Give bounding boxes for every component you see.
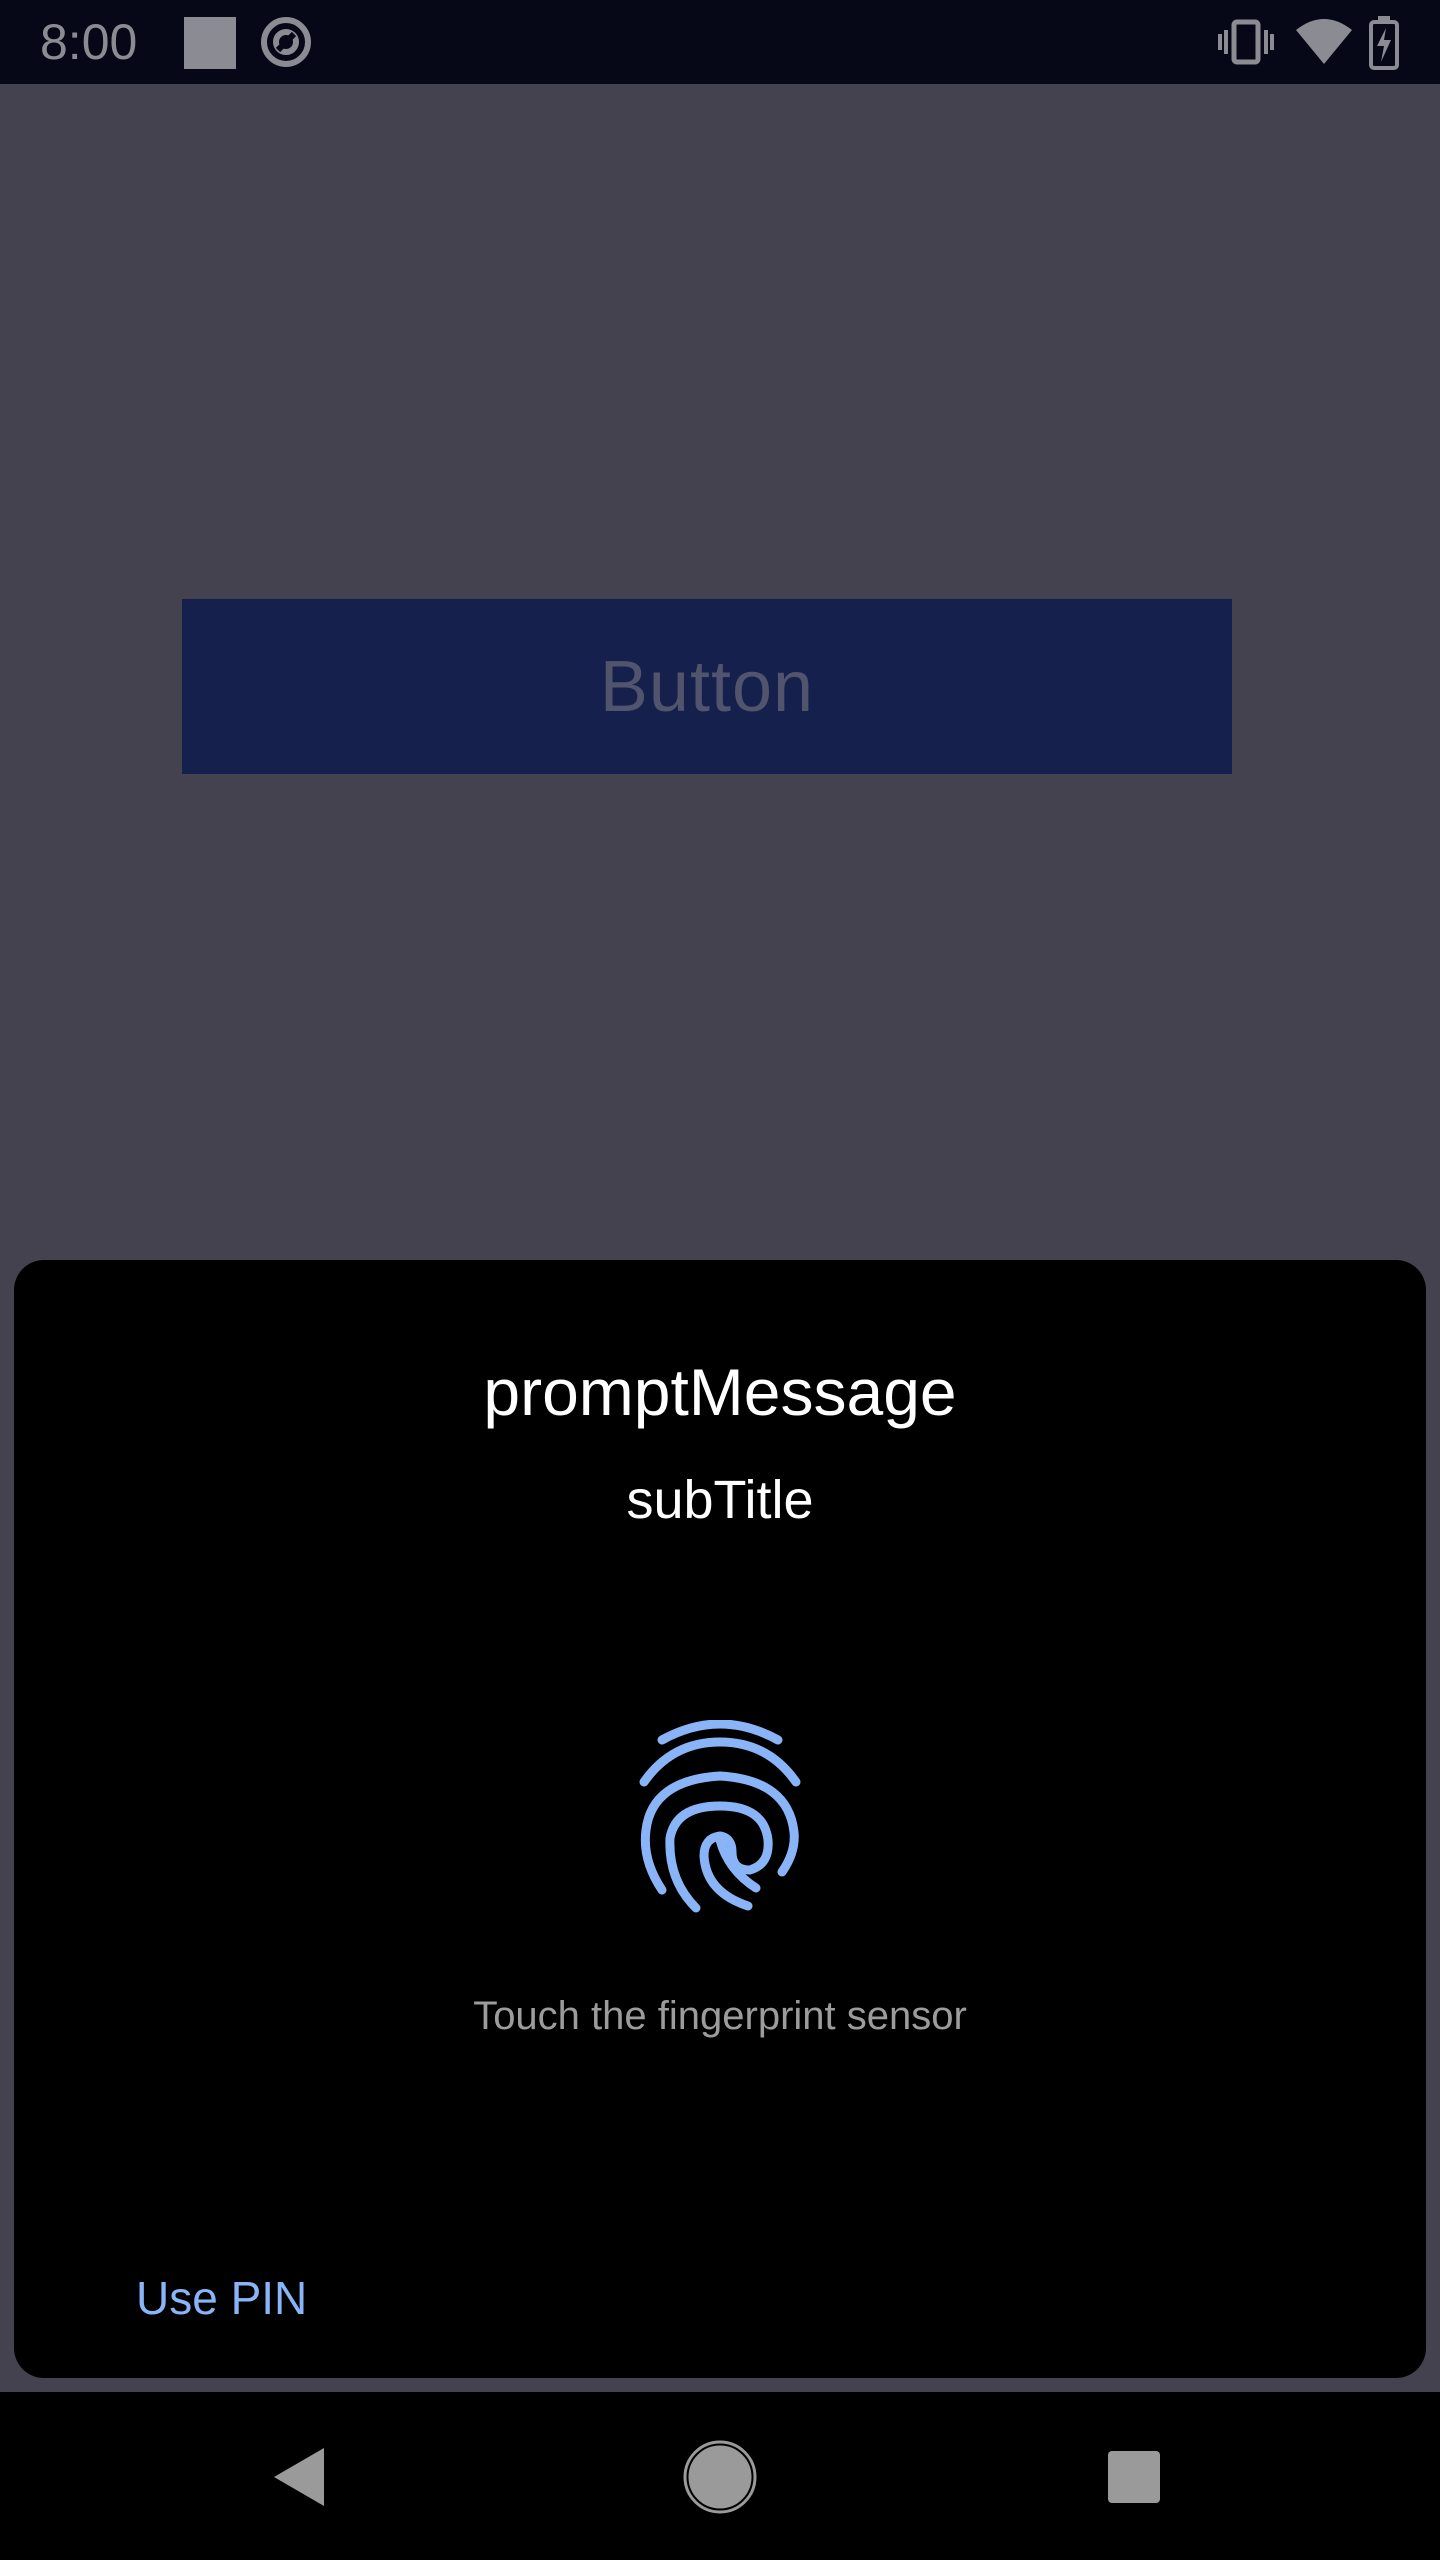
use-pin-button[interactable]: Use PIN <box>122 2260 321 2336</box>
home-icon[interactable] <box>675 2432 765 2522</box>
notification-square-icon <box>184 17 236 69</box>
dialog-subtitle: subTitle <box>626 1470 814 1530</box>
status-bar: 8:00 <box>0 0 1440 84</box>
sync-icon <box>258 14 314 75</box>
back-icon[interactable] <box>256 2432 346 2522</box>
dialog-hint-text: Touch the fingerprint sensor <box>473 1994 967 2038</box>
recents-icon[interactable] <box>1089 2432 1179 2522</box>
dialog-title: promptMessage <box>483 1355 957 1429</box>
battery-charging-icon <box>1368 14 1400 75</box>
navigation-bar <box>0 2392 1440 2560</box>
screen: 8:00 Button promptMessage subTitle Touch… <box>0 0 1440 2560</box>
status-time: 8:00 <box>40 14 138 70</box>
biometric-prompt-dialog: promptMessage subTitle Touch the fingerp… <box>14 1260 1426 2378</box>
main-button[interactable]: Button <box>182 599 1232 774</box>
vibrate-icon <box>1218 14 1274 75</box>
fingerprint-icon <box>632 1719 808 1916</box>
wifi-icon <box>1294 14 1354 75</box>
